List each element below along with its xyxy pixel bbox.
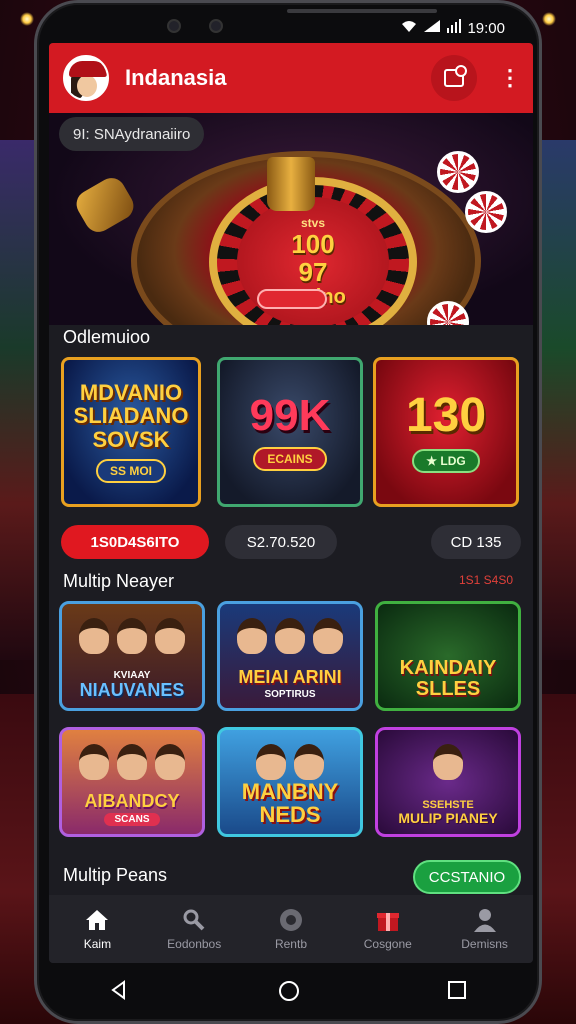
hero-red-token — [257, 289, 327, 309]
notification-badge — [455, 65, 467, 77]
signal-bars-icon — [447, 19, 462, 37]
status-bar: 19:00 — [401, 19, 505, 37]
nav-item-tools[interactable]: Eodonbos — [146, 895, 243, 963]
user-icon — [471, 907, 499, 933]
more-options-icon[interactable]: ⋮ — [499, 65, 521, 91]
game-characters-art — [62, 618, 202, 654]
wifi-icon — [401, 19, 417, 37]
hero-info-pill[interactable]: 9I: SNAydranaiiro — [59, 117, 205, 151]
status-time: 19:00 — [467, 19, 505, 37]
camera-icon — [167, 19, 181, 33]
game-characters-art — [220, 618, 360, 654]
tile-subtitle: ECAINS — [253, 447, 327, 472]
game-card[interactable]: SSEHSTE MULIP PIANEY — [375, 727, 521, 837]
casino-chip-icon — [437, 151, 479, 193]
game-card[interactable]: MANBNY NEDS — [217, 727, 363, 837]
game-card-title: MEIAI ARINI — [238, 667, 342, 688]
featured-game-tile[interactable]: 130 ★ LDG — [373, 357, 519, 507]
home-icon — [83, 907, 111, 933]
section-title-multiplayer: Multip Neayer — [63, 571, 175, 591]
cta-button[interactable]: CCSTANIO — [413, 860, 521, 894]
nav-item-profile[interactable]: Demisns — [436, 895, 533, 963]
camera-icon — [209, 19, 223, 33]
app-title: Indanasia — [125, 65, 227, 90]
phone-frame: 19:00 Indanasia ⋮ stvs 100 97 9I: SNAydr… — [34, 0, 542, 1024]
tile-title: MDVANIO SLIADANO SOVSK — [73, 380, 189, 452]
roulette-spindle — [267, 157, 315, 211]
promo-pill-primary[interactable]: 1S0D4S6ITO — [61, 525, 209, 559]
ceiling-lamp — [20, 12, 34, 26]
signal-icon — [423, 19, 441, 37]
featured-game-tile[interactable]: 99K ECAINS — [217, 357, 363, 507]
section-title-featured: Odlemuioo — [63, 327, 151, 347]
system-navigation-bar — [34, 960, 542, 1020]
game-card[interactable]: AIBANDCY SCANS — [59, 727, 205, 837]
game-card[interactable]: KAINDAIY SLLES — [375, 601, 521, 711]
section-title-multiplayer-plans: Multip Peans — [63, 865, 168, 885]
nav-item-rentb[interactable]: Rentb — [243, 895, 340, 963]
nav-label: Kaim — [83, 937, 112, 951]
game-card-subtitle: SOPTIRUS — [264, 689, 316, 700]
phone-notch — [287, 9, 437, 13]
ceiling-lamp — [542, 12, 556, 26]
notification-button[interactable] — [431, 55, 477, 101]
bottom-navigation: Kaim Eodonbos Rentb Cosgone Demisns — [49, 895, 533, 963]
game-card-title: MULIP PIANEY — [398, 810, 498, 827]
nav-label: Cosgone — [363, 937, 412, 951]
hero-wheel-small-text: stvs — [300, 215, 326, 230]
app-screen: Indanasia ⋮ stvs 100 97 Sasino — [49, 43, 533, 963]
nav-label: Rentb — [274, 937, 307, 951]
featured-game-tile[interactable]: MDVANIO SLIADANO SOVSK SS MOI — [61, 357, 201, 507]
balance-pill[interactable]: S2.70.520 — [225, 525, 337, 559]
hero-wheel-line2: 97 — [298, 256, 328, 287]
game-card-title: AIBANDCY — [84, 791, 180, 812]
game-card[interactable]: KVIAAY NIAUVANES — [59, 601, 205, 711]
section-see-all-link[interactable]: 1S1 S4S0 — [459, 573, 513, 587]
game-card-title: NIAUVANES — [79, 680, 185, 701]
nav-item-home[interactable]: Kaim — [49, 895, 146, 963]
hero-banner[interactable]: stvs 100 97 Sasino 9I: SNAydranaiiro — [49, 113, 533, 325]
tile-subtitle: SS MOI — [95, 458, 166, 483]
recents-icon[interactable] — [447, 980, 467, 1000]
credits-pill[interactable]: CD 135 — [431, 525, 521, 559]
tile-title: 99K — [249, 390, 331, 440]
nav-label: Demisns — [461, 937, 508, 951]
tools-icon — [180, 907, 208, 933]
game-characters-art — [220, 744, 360, 780]
nav-item-cosgone[interactable]: Cosgone — [339, 895, 436, 963]
tile-subtitle: ★ LDG — [412, 449, 480, 474]
back-icon[interactable] — [109, 980, 129, 1000]
home-circle-icon[interactable] — [278, 980, 299, 1001]
game-card[interactable]: MEIAI ARINI SOPTIRUS — [217, 601, 363, 711]
app-logo[interactable] — [63, 55, 109, 101]
tile-title: 130 — [405, 388, 487, 442]
game-card-subtitle: SCANS — [104, 813, 160, 826]
hero-wheel-line1: 100 — [291, 228, 335, 259]
casino-chip-icon — [465, 191, 507, 233]
game-card-title: MANBNY NEDS — [241, 778, 339, 827]
game-card-title: KAINDAIY SLLES — [399, 657, 497, 700]
gold-cannon-decoration — [71, 172, 139, 238]
app-bar: Indanasia ⋮ — [49, 43, 533, 113]
gift-icon — [374, 907, 402, 933]
game-characters-art — [62, 744, 202, 780]
game-characters-art — [378, 744, 518, 780]
chip-icon — [277, 907, 305, 933]
nav-label: Eodonbos — [167, 937, 222, 951]
